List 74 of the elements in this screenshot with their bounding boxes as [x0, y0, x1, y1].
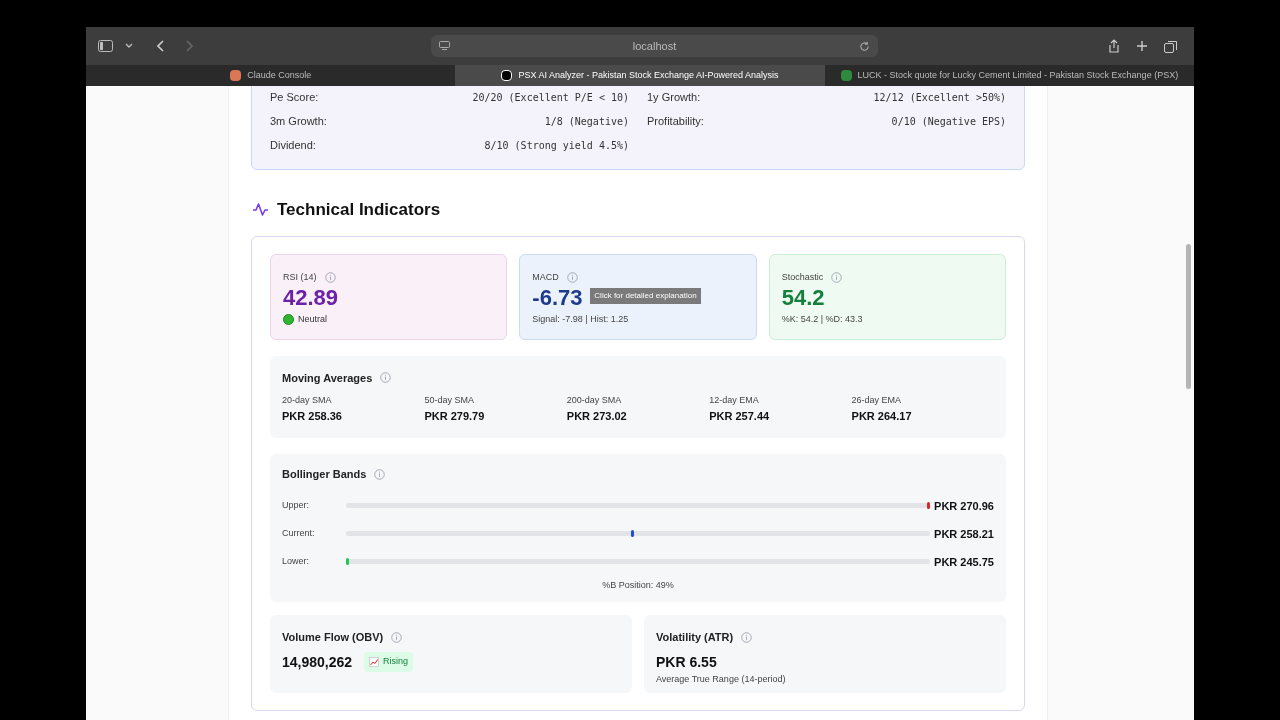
score-value: 12/12 (Excellent >50%)	[873, 91, 1006, 105]
info-icon[interactable]	[741, 631, 753, 643]
average-label: 26-day EMA	[851, 394, 903, 407]
average-value: PKR 264.17	[851, 408, 913, 424]
score-value: 1/8 (Negative)	[544, 115, 629, 129]
average-label: 20-day SMA	[282, 394, 333, 407]
trend-badge: Rising	[364, 652, 414, 672]
tooltip: Click for detailed explanation	[590, 287, 701, 304]
atr-note: Average True Range (14-period)	[656, 672, 787, 686]
indicator-label: Stochastic	[781, 270, 824, 284]
band-value: PKR 270.96	[933, 498, 994, 513]
band-label: Upper:	[282, 498, 310, 512]
back-icon[interactable]	[157, 40, 165, 52]
indicator-value: -6.73	[532, 284, 583, 312]
address-text: localhost	[631, 38, 678, 54]
sidebar-icon[interactable]	[98, 40, 113, 52]
score-value: 20/20 (Excellent P/E < 10)	[472, 91, 629, 105]
score-label: Dividend:	[270, 138, 316, 153]
score-label: 1y Growth:	[647, 90, 701, 105]
info-icon[interactable]	[324, 271, 336, 283]
score-label: 3m Growth:	[270, 114, 327, 129]
band-label: Current:	[282, 526, 316, 540]
obv-value: 14,980,262	[282, 652, 353, 672]
info-icon[interactable]	[374, 468, 386, 480]
pulse-icon	[252, 202, 269, 218]
average-label: 200-day SMA	[566, 394, 623, 407]
reload-icon[interactable]	[859, 40, 870, 52]
average-value: PKR 273.02	[566, 408, 628, 424]
score-value: 8/10 (Strong yield 4.5%)	[484, 139, 629, 153]
average-value: PKR 279.79	[424, 408, 486, 424]
average-value: PKR 257.44	[709, 408, 771, 424]
tab-title: LUCK - Stock quote for Lucky Cement Limited - Pakistan Stock Exchange (PSX)	[857, 68, 1179, 82]
browser-tab[interactable]: PSX AI Analyzer - Pakistan Stock Exchange AI-Powered Analysis	[455, 65, 825, 86]
panel-title: Moving Averages	[282, 370, 373, 386]
indicator-label: MACD	[532, 270, 559, 284]
info-icon[interactable]	[831, 271, 843, 283]
indicator-label: RSI (14)	[283, 270, 317, 284]
band-value: PKR 245.75	[933, 554, 994, 569]
atr-value: PKR 6.55	[656, 652, 718, 672]
plus-icon[interactable]	[1136, 40, 1148, 52]
forward-icon[interactable]	[185, 40, 193, 52]
average-value: PKR 258.36	[282, 408, 343, 424]
indicator-detail: Signal: -7.98 | Hist: 1.25	[532, 313, 630, 326]
b-position-text: %B Position: 49%	[601, 578, 675, 592]
band-label: Lower:	[282, 554, 310, 568]
tab-favicon-icon	[840, 70, 852, 81]
indicator-value: 54.2	[781, 284, 825, 312]
tabs-overview-icon[interactable]	[1164, 39, 1178, 53]
share-icon[interactable]	[1108, 39, 1120, 53]
score-label: Profitability:	[647, 114, 704, 129]
panel-title: Volatility (ATR)	[656, 630, 734, 645]
band-value: PKR 258.21	[933, 526, 994, 541]
tab-favicon-icon	[230, 70, 242, 81]
chevron-down-icon[interactable]	[125, 43, 133, 49]
page-icon	[439, 41, 450, 51]
info-icon[interactable]	[566, 271, 578, 283]
tab-favicon-icon	[501, 70, 513, 81]
info-icon[interactable]	[380, 372, 392, 384]
score-label: Pe Score:	[270, 90, 319, 105]
panel-title: Bollinger Bands	[282, 467, 367, 482]
indicator-detail: %K: 54.2 | %D: 43.3	[781, 313, 864, 326]
indicator-value: 42.89	[283, 284, 339, 312]
address-bar[interactable]: localhost	[431, 35, 878, 57]
section-title: Technical Indicators	[277, 199, 441, 221]
average-label: 50-day SMA	[424, 394, 475, 407]
score-value: 0/10 (Negative EPS)	[891, 115, 1006, 129]
indicator-detail: Neutral	[298, 313, 327, 326]
tab-title: PSX AI Analyzer - Pakistan Stock Exchange AI-Powered Analysis	[518, 68, 779, 82]
info-icon[interactable]	[391, 631, 403, 643]
average-label: 12-day EMA	[709, 394, 760, 407]
chart-up-icon	[369, 657, 380, 667]
scrollbar-thumb[interactable]	[1186, 244, 1191, 389]
panel-title: Volume Flow (OBV)	[282, 630, 384, 645]
tab-title: Claude Console	[247, 68, 312, 82]
